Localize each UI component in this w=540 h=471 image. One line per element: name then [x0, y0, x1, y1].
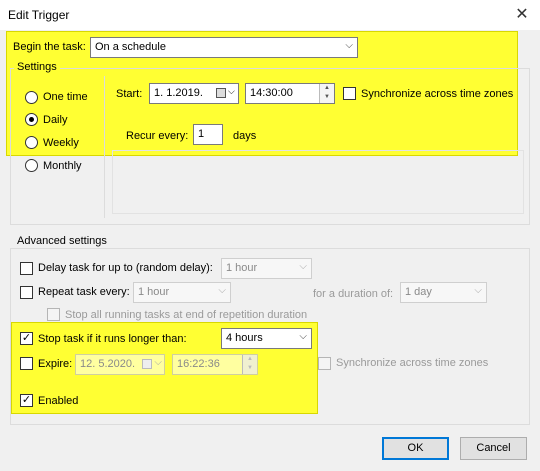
stop-all-label[interactable]: Stop all running tasks at end of repetit… — [65, 309, 307, 321]
stop-all-checkbox[interactable] — [47, 308, 60, 321]
calendar-icon[interactable] — [142, 359, 152, 369]
recur-input[interactable]: 1 — [193, 124, 223, 145]
radio-monthly-label[interactable]: Monthly — [43, 160, 82, 172]
start-time-value: 14:30:00 — [250, 87, 293, 99]
settings-divider — [104, 76, 105, 218]
duration-label: for a duration of: — [313, 288, 394, 300]
spin-up-icon[interactable]: ▲ — [320, 84, 334, 93]
expire-date-picker[interactable]: 12. 5.2020. ⌵ — [75, 354, 165, 375]
radio-daily-label[interactable]: Daily — [43, 114, 67, 126]
chevron-down-icon: ⌵ — [154, 357, 162, 368]
duration-dropdown[interactable]: 1 day ⌵ — [400, 282, 487, 303]
chevron-down-icon: ⌵ — [474, 285, 482, 296]
checkmark-icon: ✓ — [21, 332, 32, 344]
duration-value: 1 day — [405, 286, 432, 298]
radio-weekly[interactable] — [25, 136, 38, 149]
enabled-label[interactable]: Enabled — [38, 395, 78, 407]
ok-button[interactable]: OK — [382, 437, 449, 460]
delay-checkbox[interactable] — [20, 262, 33, 275]
radio-daily[interactable] — [25, 113, 38, 126]
spin-up-icon[interactable]: ▲ — [243, 355, 257, 364]
expire-time-field[interactable]: 16:22:36 ▲ ▼ — [172, 354, 258, 375]
chevron-down-icon: ⌵ — [218, 285, 226, 296]
chevron-down-icon: ⌵ — [299, 331, 307, 342]
delay-value: 1 hour — [226, 262, 258, 274]
expire-sync-label[interactable]: Synchronize across time zones — [336, 357, 488, 369]
expire-time-value: 16:22:36 — [177, 358, 220, 370]
spin-down-icon[interactable]: ▼ — [243, 364, 257, 373]
repeat-dropdown[interactable]: 1 hour ⌵ — [133, 282, 231, 303]
recur-value: 1 — [198, 128, 205, 140]
sync-time-zones-label[interactable]: Synchronize across time zones — [361, 88, 513, 100]
begin-task-label: Begin the task: — [13, 41, 86, 53]
delay-label[interactable]: Delay task for up to (random delay): — [38, 262, 213, 274]
expire-date-value: 12. 5.2020. — [80, 358, 136, 370]
radio-selected-dot — [29, 117, 34, 122]
cancel-button[interactable]: Cancel — [460, 437, 527, 460]
radio-one-time[interactable] — [25, 91, 38, 104]
settings-detail-panel — [112, 150, 524, 214]
radio-monthly[interactable] — [25, 159, 38, 172]
start-label: Start: — [116, 88, 143, 100]
expire-checkbox[interactable] — [20, 357, 33, 370]
stop-if-longer-value: 4 hours — [226, 332, 263, 344]
start-time-field[interactable]: 14:30:00 ▲ ▼ — [245, 83, 335, 104]
begin-task-value: On a schedule — [95, 41, 166, 53]
recur-unit-label: days — [233, 130, 257, 142]
recur-label: Recur every: — [126, 130, 189, 142]
repeat-value: 1 hour — [138, 286, 170, 298]
radio-weekly-label[interactable]: Weekly — [43, 137, 79, 149]
enabled-checkbox[interactable]: ✓ — [20, 394, 33, 407]
settings-label: Settings — [14, 61, 60, 73]
radio-one-time-label[interactable]: One time — [43, 91, 88, 103]
repeat-label[interactable]: Repeat task every: — [38, 286, 130, 298]
chevron-down-icon: ⌵ — [345, 40, 353, 51]
start-date-value: 1. 1.2019. — [154, 87, 203, 99]
stop-if-longer-label[interactable]: Stop task if it runs longer than: — [38, 333, 187, 345]
window-title: Edit Trigger — [8, 8, 70, 22]
expire-sync-checkbox[interactable] — [318, 357, 331, 370]
calendar-icon[interactable] — [216, 88, 226, 98]
checkmark-icon: ✓ — [21, 394, 32, 406]
expire-label[interactable]: Expire: — [38, 358, 72, 370]
delay-dropdown[interactable]: 1 hour ⌵ — [221, 258, 312, 279]
expire-time-spinner[interactable]: ▲ ▼ — [242, 355, 257, 374]
stop-if-longer-dropdown[interactable]: 4 hours ⌵ — [221, 328, 312, 349]
repeat-checkbox[interactable] — [20, 286, 33, 299]
close-icon[interactable]: ✕ — [512, 4, 532, 24]
advanced-settings-label: Advanced settings — [14, 235, 110, 247]
stop-if-longer-checkbox[interactable]: ✓ — [20, 332, 33, 345]
start-time-spinner[interactable]: ▲ ▼ — [319, 84, 334, 103]
chevron-down-icon[interactable]: ⌵ — [228, 86, 235, 97]
spin-down-icon[interactable]: ▼ — [320, 93, 334, 102]
title-bar: Edit Trigger ✕ — [0, 0, 540, 30]
begin-task-dropdown[interactable]: On a schedule ⌵ — [90, 37, 358, 58]
start-date-picker[interactable]: 1. 1.2019. ⌵ — [149, 83, 239, 104]
chevron-down-icon: ⌵ — [299, 261, 307, 272]
sync-time-zones-checkbox[interactable] — [343, 87, 356, 100]
